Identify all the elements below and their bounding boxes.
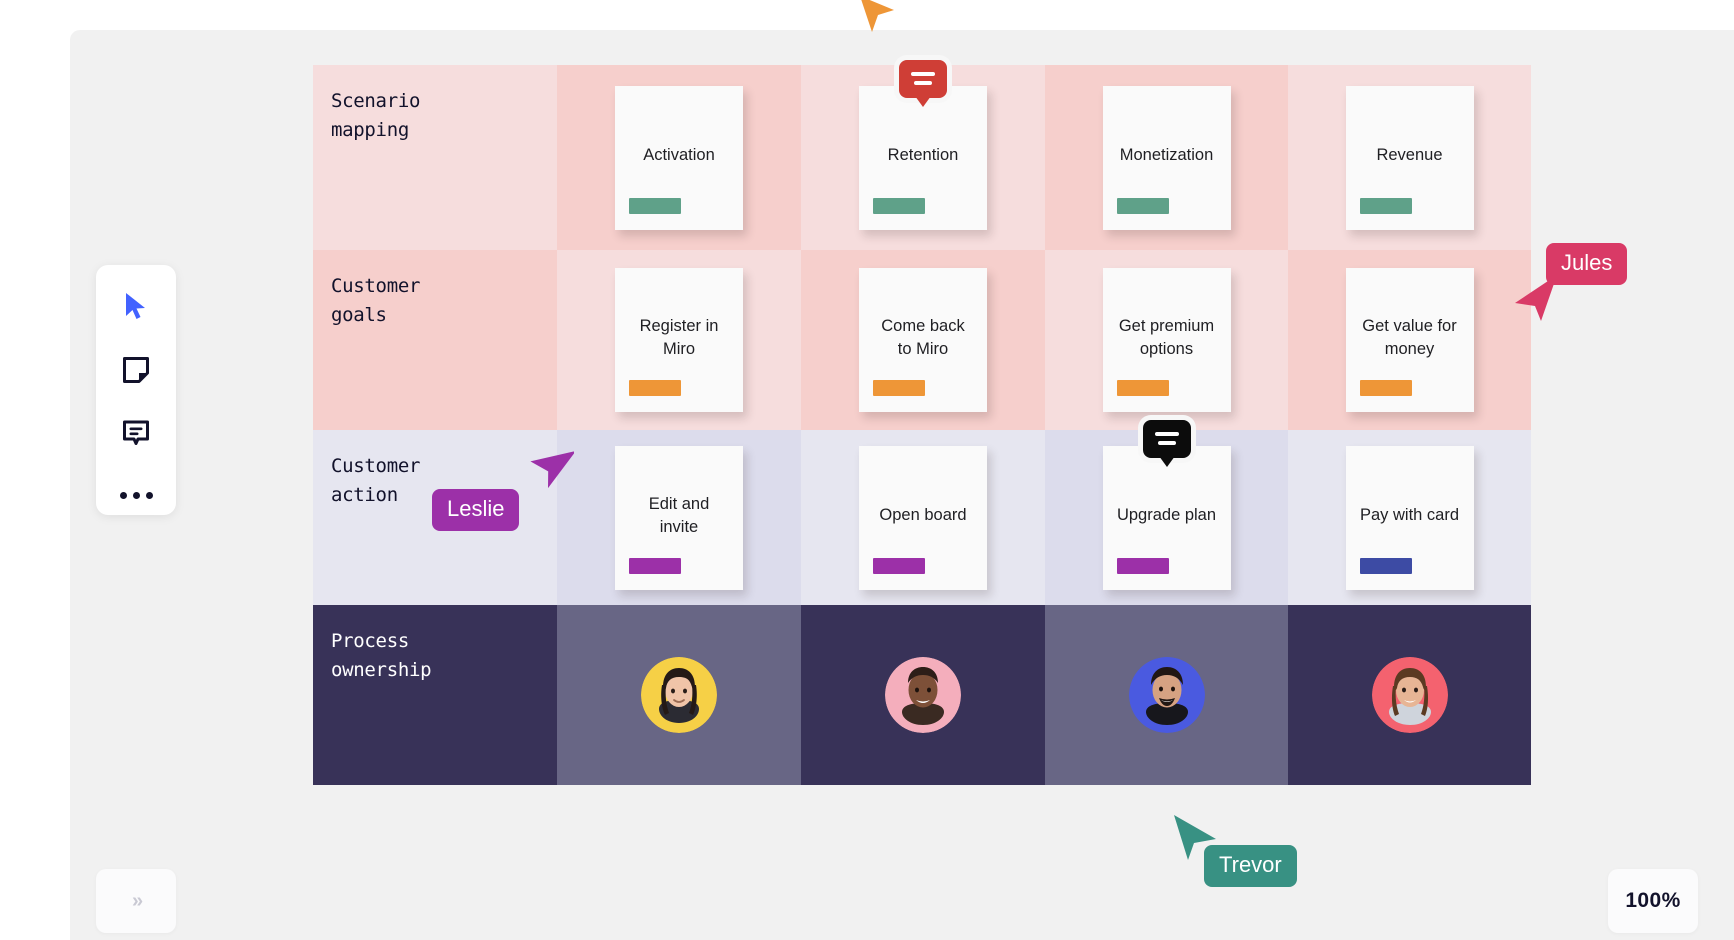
comment-line bbox=[914, 81, 932, 85]
miro-board-canvas: Scenario mapping Activation Retention Mo… bbox=[0, 0, 1734, 940]
more-options-icon bbox=[119, 492, 153, 499]
card-color-bar bbox=[873, 380, 925, 396]
card-text: Come back to Miro bbox=[881, 317, 965, 358]
board-toolbar[interactable] bbox=[96, 265, 176, 515]
avatar-image bbox=[1128, 657, 1205, 733]
collaborator-name-label: Trevor bbox=[1204, 845, 1297, 887]
grid-cell[interactable] bbox=[1045, 605, 1288, 785]
sticky-card-monetization[interactable]: Monetization bbox=[1102, 85, 1231, 230]
card-color-bar bbox=[873, 197, 925, 214]
card-color-bar bbox=[1116, 557, 1169, 574]
avatar-owner-3[interactable] bbox=[1128, 657, 1205, 733]
row-header-customer-goals: Customer goals bbox=[313, 250, 557, 430]
card-text: Activation bbox=[643, 146, 715, 164]
card-text: Upgrade plan bbox=[1116, 506, 1217, 524]
card-color-bar bbox=[1116, 197, 1169, 214]
collaborator-name: Jules bbox=[1561, 250, 1613, 275]
grid-cell[interactable] bbox=[801, 605, 1045, 785]
card-text: Revenue bbox=[1376, 146, 1443, 164]
comment-line bbox=[1154, 432, 1179, 436]
card-color-bar bbox=[629, 197, 681, 214]
comment-badge[interactable] bbox=[1142, 419, 1191, 458]
grid-cell[interactable] bbox=[1288, 605, 1531, 785]
avatar-owner-1[interactable] bbox=[641, 657, 717, 733]
row-label: Scenario mapping bbox=[331, 90, 421, 141]
sticky-card-edit-and-invite[interactable]: Edit and invite bbox=[615, 445, 743, 590]
row-label: Process ownership bbox=[331, 630, 432, 681]
comment-icon bbox=[123, 420, 149, 445]
tool-comment[interactable] bbox=[114, 413, 158, 452]
avatar-image bbox=[641, 657, 717, 733]
card-color-bar bbox=[1116, 380, 1169, 396]
collaborator-name-label: Jules bbox=[1546, 243, 1628, 285]
pointer-arrow-icon bbox=[530, 450, 574, 489]
grid-cell[interactable]: Retention bbox=[801, 59, 1045, 250]
sticky-card-retention[interactable]: Retention bbox=[859, 59, 987, 230]
collaborator-name: Leslie bbox=[447, 496, 505, 521]
pointer-arrow-icon bbox=[861, 0, 894, 32]
card-color-bar bbox=[629, 380, 681, 396]
card-text: Get value for money bbox=[1362, 317, 1457, 358]
row-header-scenario-mapping: Scenario mapping bbox=[313, 65, 557, 250]
card-color-bar bbox=[1359, 197, 1412, 214]
grid-cell[interactable]: Get value for money bbox=[1288, 250, 1531, 430]
avatar-owner-4[interactable] bbox=[1371, 657, 1448, 733]
grid-cell[interactable]: Get premium options bbox=[1045, 250, 1288, 430]
card-text: Pay with card bbox=[1359, 506, 1460, 524]
card-color-bar bbox=[629, 557, 681, 574]
card-text: Edit and invite bbox=[648, 494, 710, 536]
collaborator-cursor-orange bbox=[858, 0, 898, 43]
avatar-image bbox=[1371, 657, 1448, 733]
card-color-bar bbox=[873, 557, 925, 574]
card-text: Register in Miro bbox=[639, 317, 719, 358]
sticky-card-activation[interactable]: Activation bbox=[615, 85, 743, 230]
zoom-level-widget[interactable]: 100% bbox=[1608, 869, 1698, 933]
grid-cell[interactable]: Upgrade plan bbox=[1045, 419, 1288, 605]
double-chevron-right-icon: » bbox=[131, 889, 143, 912]
cursor-select-icon bbox=[126, 292, 145, 319]
expand-panel-button[interactable]: » bbox=[96, 869, 176, 933]
tool-more-options[interactable] bbox=[114, 476, 158, 515]
avatar-owner-2[interactable] bbox=[885, 657, 961, 733]
grid-cell[interactable]: Come back to Miro bbox=[801, 250, 1045, 430]
row-header-process-ownership: Process ownership bbox=[313, 605, 557, 785]
card-text: Monetization bbox=[1119, 146, 1214, 164]
card-text: Retention bbox=[887, 146, 959, 164]
comment-line bbox=[1157, 441, 1176, 445]
sticky-note-icon bbox=[123, 356, 149, 383]
zoom-level-value: 100% bbox=[1625, 889, 1681, 912]
sticky-card-revenue[interactable]: Revenue bbox=[1345, 85, 1474, 230]
grid-cell[interactable]: Revenue bbox=[1288, 65, 1531, 250]
card-text: Get premium options bbox=[1118, 317, 1215, 358]
sticky-card-pay-with-card[interactable]: Pay with card bbox=[1345, 445, 1474, 590]
comment-line bbox=[911, 72, 935, 76]
grid-cell[interactable] bbox=[557, 605, 801, 785]
grid-cell[interactable]: Monetization bbox=[1045, 65, 1288, 250]
sticky-card-register-in-miro[interactable]: Register in Miro bbox=[615, 268, 743, 412]
grid-cell[interactable]: Open board bbox=[801, 430, 1045, 605]
grid-cell[interactable]: Activation bbox=[557, 65, 801, 250]
card-text: Open board bbox=[879, 506, 967, 524]
comment-badge[interactable] bbox=[899, 59, 947, 98]
sticky-card-get-value-for-money[interactable]: Get value for money bbox=[1345, 268, 1474, 412]
grid-cell[interactable]: Edit and invite bbox=[557, 430, 801, 605]
card-color-bar bbox=[1359, 557, 1412, 574]
collaborator-name: Trevor bbox=[1219, 852, 1282, 877]
sticky-card-come-back-to-miro[interactable]: Come back to Miro bbox=[859, 268, 987, 412]
tool-sticky-note[interactable] bbox=[114, 350, 158, 389]
grid-cell[interactable]: Register in Miro bbox=[557, 250, 801, 430]
journey-map-grid: Scenario mapping Activation Retention Mo… bbox=[313, 59, 1531, 785]
card-color-bar bbox=[1359, 380, 1412, 396]
sticky-card-open-board[interactable]: Open board bbox=[859, 445, 987, 590]
row-label: Customer goals bbox=[331, 275, 421, 326]
collaborator-name-label: Leslie bbox=[432, 489, 520, 531]
sticky-card-upgrade-plan[interactable]: Upgrade plan bbox=[1102, 419, 1231, 590]
avatar-image bbox=[885, 657, 961, 733]
grid-cell[interactable]: Pay with card bbox=[1288, 430, 1531, 605]
sticky-card-get-premium-options[interactable]: Get premium options bbox=[1102, 268, 1231, 412]
tool-select[interactable] bbox=[114, 287, 158, 326]
